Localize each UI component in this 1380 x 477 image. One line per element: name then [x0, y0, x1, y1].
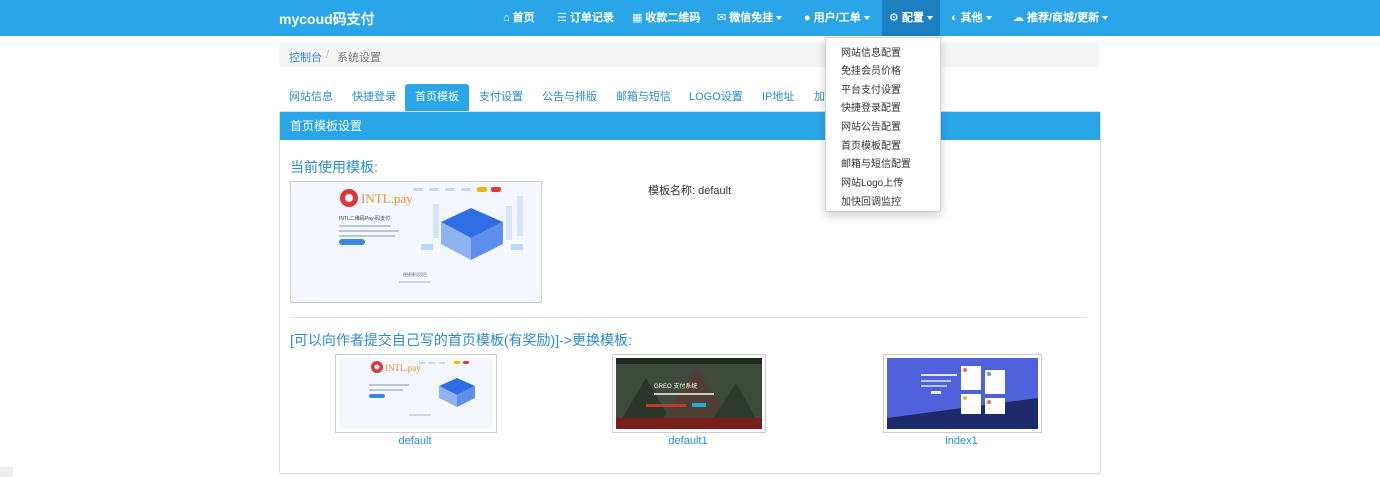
tab-more[interactable]: 加: [814, 84, 825, 111]
nav-config[interactable]: ⚙ 配置: [882, 0, 940, 36]
template-label-default1[interactable]: default1: [612, 435, 764, 447]
tab-email-sms[interactable]: 邮箱与短信: [616, 84, 671, 111]
thumb-brand-text: INTL.pay: [361, 191, 413, 206]
template-index1-image: [887, 358, 1038, 429]
menu-quick-login-config[interactable]: 快捷登录配置: [841, 99, 901, 114]
template-label-default[interactable]: default: [335, 435, 495, 447]
tab-notice-layout[interactable]: 公告与排版: [542, 84, 597, 111]
nav-orders[interactable]: ☰ 订单记录: [557, 0, 614, 36]
thumb-section-text: 便捷建设项目: [403, 271, 427, 277]
tab-quick-login[interactable]: 快捷登录: [352, 84, 396, 111]
chevron-down-icon: [926, 16, 933, 21]
qrcode-icon: ▦: [632, 12, 643, 24]
nav-home[interactable]: ⌂ 首页: [503, 0, 535, 36]
section-divider: [290, 317, 1087, 318]
nav-wechat[interactable]: ✉ 微信免挂: [717, 0, 783, 36]
chevron-down-icon: [1102, 16, 1109, 21]
home-icon: ⌂: [503, 12, 510, 24]
gear-icon: ⚙: [889, 12, 899, 24]
tab-homepage-template[interactable]: 首页模板: [405, 84, 469, 111]
template-thumb-default[interactable]: INTL.pay: [335, 354, 497, 433]
breadcrumb: 控制台 / 系统设置: [279, 43, 1099, 67]
user-icon: ●: [804, 12, 811, 24]
template-default-image: INTL.pay: [339, 358, 493, 429]
nav-qrcode[interactable]: ▦ 收款二维码: [632, 0, 700, 36]
list-icon: ☰: [557, 12, 567, 24]
top-navbar: mycoud码支付 ⌂ 首页 ☰ 订单记录 ▦ 收款二维码 ✉ 微信免挂 ● 用户/工单 …: [0, 0, 1380, 36]
menu-member-price[interactable]: 免挂会员价格: [841, 62, 901, 77]
menu-site-info-config[interactable]: 网站信息配置: [841, 44, 901, 59]
template-thumb-default1[interactable]: GREO 支付系统: [612, 354, 766, 433]
corner-element: [0, 467, 13, 477]
panel-title: 首页模板设置: [290, 119, 363, 133]
thumb-hero-text: GREO 支付系统: [654, 382, 697, 390]
wechat-icon: ✉: [717, 12, 727, 24]
nav-other[interactable]: ◐ 其他: [951, 0, 992, 36]
nav-user-ticket[interactable]: ● 用户/工单: [804, 0, 870, 36]
cloud-icon: ☁: [1013, 12, 1024, 24]
breadcrumb-current: 系统设置: [337, 52, 381, 64]
panel-header: 首页模板设置: [280, 112, 1100, 140]
nav-recommend[interactable]: ☁ 推荐/商城/更新: [1013, 0, 1109, 36]
thumb-brand-text: INTL.pay: [385, 363, 421, 373]
menu-notice-config[interactable]: 网站公告配置: [841, 118, 901, 133]
current-template-heading: 当前使用模板:: [290, 159, 378, 175]
menu-callback-monitor[interactable]: 加快回调监控: [841, 193, 901, 208]
chevron-down-icon: [863, 16, 870, 21]
globe-icon: ◐: [951, 12, 958, 24]
template-preview-image: INTL.pay INTL二维码Pay-码支付 便捷建设项目: [291, 182, 541, 302]
template-default1-image: GREO 支付系统: [616, 358, 762, 429]
tab-payment-settings[interactable]: 支付设置: [479, 84, 523, 111]
chevron-down-icon: [776, 16, 783, 21]
menu-logo-upload[interactable]: 网站Logo上传: [841, 174, 903, 189]
chevron-down-icon: [985, 16, 992, 21]
tab-site-info[interactable]: 网站信息: [289, 84, 333, 111]
template-thumb-index1[interactable]: [883, 354, 1042, 433]
template-name-label: 模板名称: default: [648, 185, 732, 197]
menu-email-sms-config[interactable]: 邮箱与短信配置: [841, 155, 911, 170]
brand-logo[interactable]: mycoud码支付: [279, 9, 375, 29]
tab-logo-settings[interactable]: LOGO设置: [689, 84, 743, 111]
thumb-headline-text: INTL二维码Pay-码支付: [339, 215, 390, 222]
config-dropdown-menu: 网站信息配置 免挂会员价格 平台支付设置 快捷登录配置 网站公告配置 首页模板配…: [825, 37, 941, 212]
template-label-index1[interactable]: index1: [883, 435, 1040, 447]
breadcrumb-home-link[interactable]: 控制台: [289, 49, 322, 65]
menu-homepage-template-config[interactable]: 首页模板配置: [841, 137, 901, 152]
template-submit-heading[interactable]: [可以向作者提交自己写的首页模板(有奖励)]->更换模板:: [290, 330, 632, 350]
breadcrumb-separator: /: [326, 49, 330, 61]
current-template-preview: INTL.pay INTL二维码Pay-码支付 便捷建设项目: [290, 181, 542, 303]
menu-payment-settings[interactable]: 平台支付设置: [841, 81, 901, 96]
tab-ip-address[interactable]: IP地址: [762, 84, 794, 111]
